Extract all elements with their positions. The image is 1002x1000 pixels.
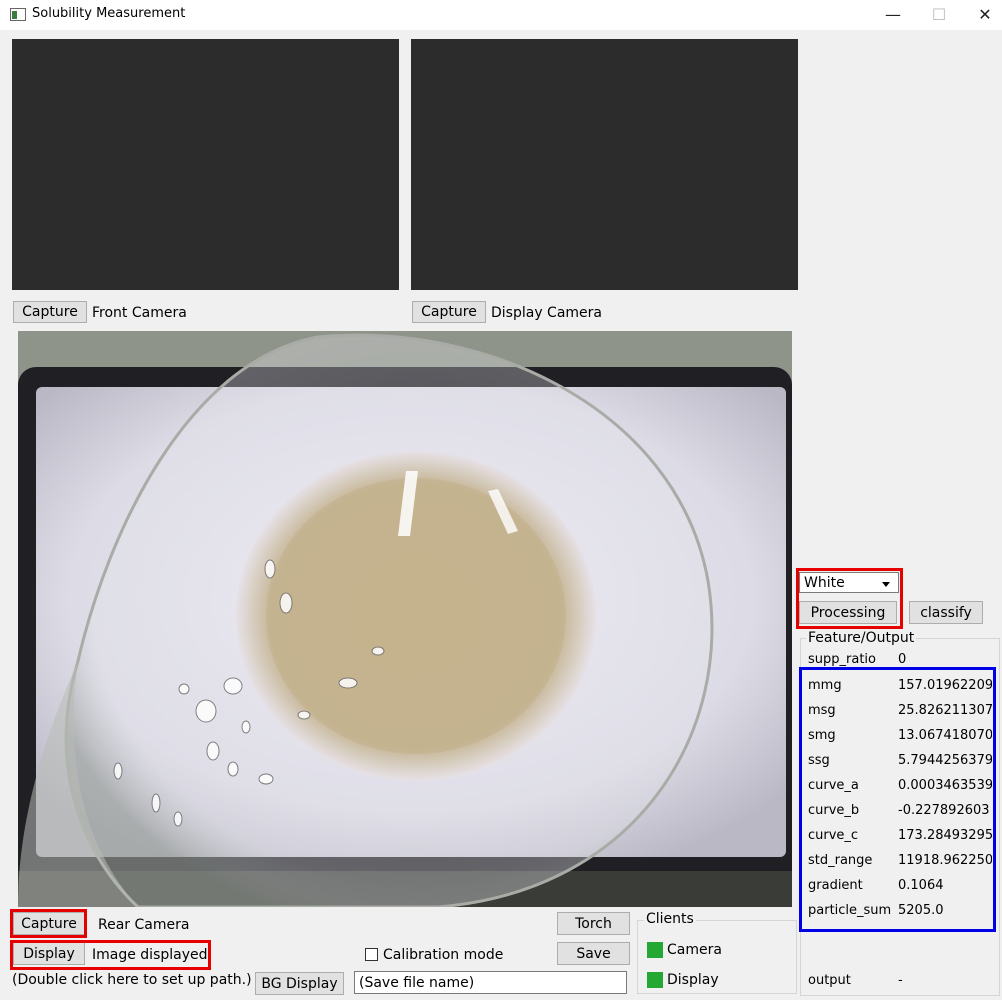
output-row: output - — [808, 973, 994, 993]
camera-client-label: Camera — [667, 942, 722, 958]
save-button[interactable]: Save — [557, 942, 630, 965]
front-capture-button[interactable]: Capture — [13, 301, 87, 323]
minimize-button[interactable]: — — [878, 4, 908, 26]
feature-value: 0 — [898, 652, 907, 667]
calibration-mode-checkbox[interactable] — [365, 948, 378, 961]
display-highlight-box — [10, 940, 211, 970]
output-value: - — [898, 973, 903, 988]
classify-button[interactable]: classify — [909, 601, 983, 624]
maximize-button[interactable]: ☐ — [924, 4, 954, 26]
clients-title: Clients — [644, 911, 696, 927]
display-camera-view — [411, 39, 798, 290]
flask-photo — [18, 331, 792, 907]
rear-camera-image — [18, 331, 792, 907]
app-icon — [10, 8, 26, 21]
display-client-status-icon — [647, 972, 663, 988]
rear-camera-label: Rear Camera — [98, 917, 190, 933]
bg-display-button[interactable]: BG Display — [255, 972, 344, 995]
front-camera-label: Front Camera — [92, 305, 187, 321]
output-name: output — [808, 973, 851, 988]
path-setup-hint[interactable]: (Double click here to set up path.) — [12, 972, 252, 988]
processing-highlight-box — [796, 568, 903, 629]
close-button[interactable]: ✕ — [970, 4, 1000, 26]
title-bar: Solubility Measurement — ☐ ✕ — [0, 0, 1002, 30]
camera-client-status-icon — [647, 942, 663, 958]
display-client-label: Display — [667, 972, 719, 988]
front-camera-view — [12, 39, 399, 290]
display-capture-button[interactable]: Capture — [412, 301, 486, 323]
torch-button[interactable]: Torch — [557, 912, 630, 935]
features-highlight-box — [799, 667, 996, 932]
display-camera-label: Display Camera — [491, 305, 602, 321]
capture-highlight-box — [10, 909, 87, 938]
window-title: Solubility Measurement — [32, 6, 186, 21]
save-file-name-input[interactable]: (Save file name) — [354, 971, 627, 994]
feature-name: supp_ratio — [808, 652, 876, 667]
feature-output-title: Feature/Output — [806, 630, 917, 646]
calibration-mode-label: Calibration mode — [383, 947, 504, 963]
